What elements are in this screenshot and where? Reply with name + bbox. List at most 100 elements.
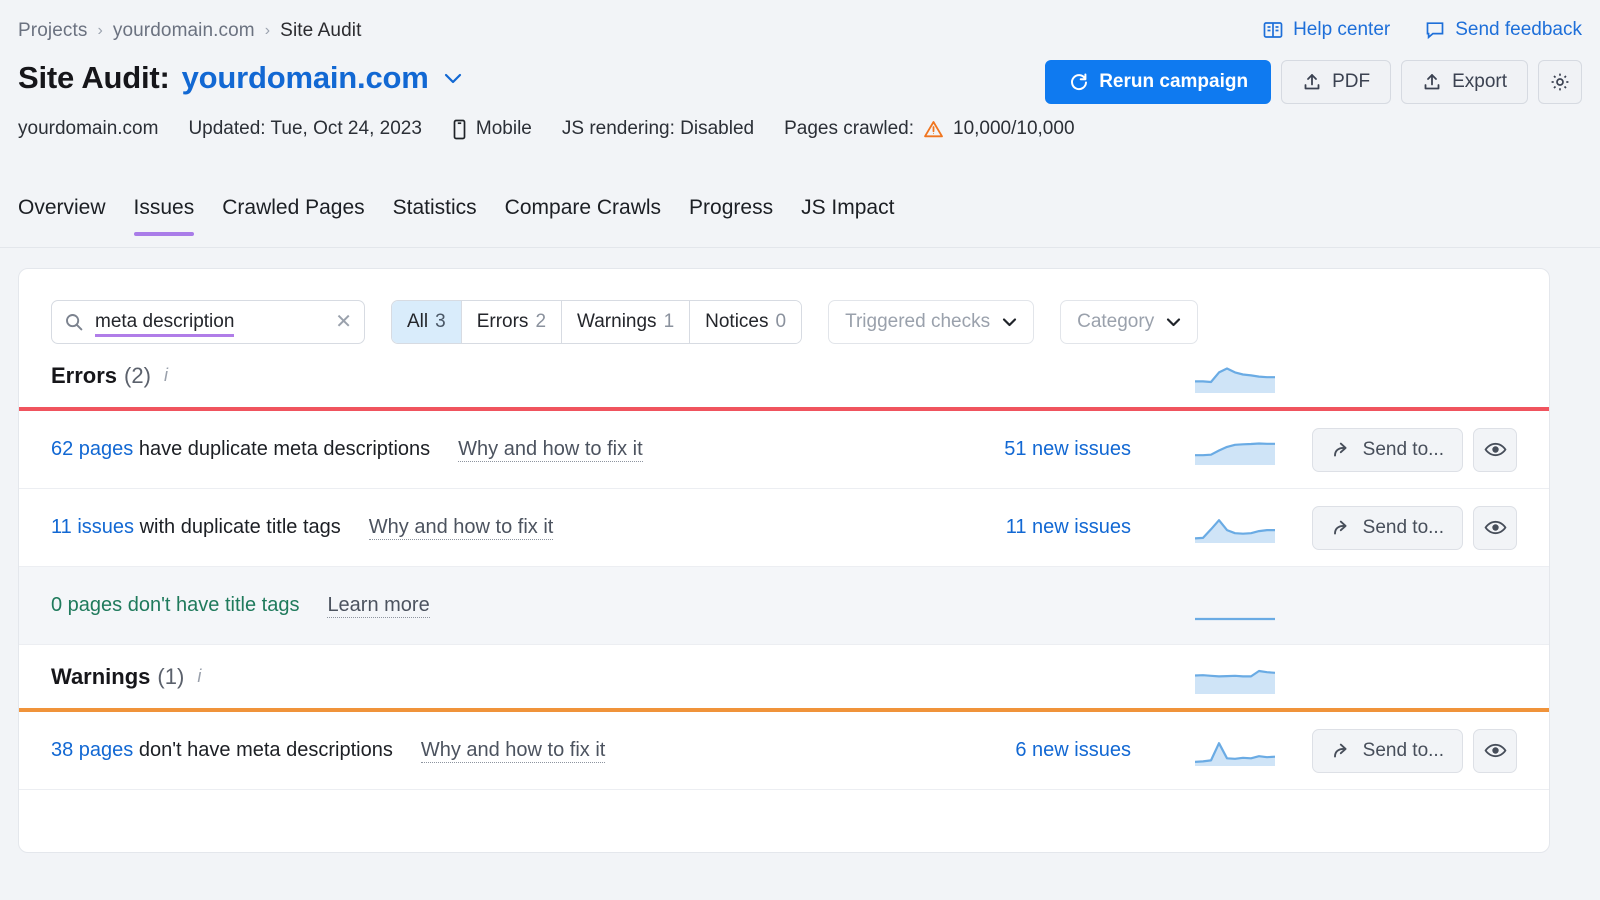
issue-count-link[interactable]: 11 issues	[51, 516, 134, 538]
issue-count-link[interactable]: 38 pages	[51, 739, 133, 761]
toggle-visibility-button[interactable]	[1473, 506, 1517, 550]
filter-pill-errors[interactable]: Errors 2	[462, 301, 562, 343]
breadcrumb-separator: ›	[265, 22, 270, 40]
mobile-icon	[452, 119, 467, 140]
issue-description: don't have title tags	[122, 594, 299, 616]
page-title: Site Audit: yourdomain.com	[18, 60, 463, 96]
eye-icon	[1484, 438, 1507, 461]
pdf-button[interactable]: PDF	[1281, 60, 1391, 104]
breadcrumb-item-projects[interactable]: Projects	[18, 20, 87, 42]
meta-device: Mobile	[452, 118, 532, 140]
issue-fix-link[interactable]: Why and how to fix it	[458, 438, 643, 462]
filter-pill-notices[interactable]: Notices0	[690, 301, 801, 343]
send-to-button[interactable]: Send to...	[1312, 506, 1463, 550]
eye-icon	[1484, 739, 1507, 762]
section-title: Warnings	[51, 664, 150, 690]
issues-list: Errors(2)i62 pages have duplicate meta d…	[19, 344, 1549, 790]
filter-pill-count: 2	[535, 311, 546, 333]
pdf-label: PDF	[1332, 71, 1370, 93]
rerun-campaign-button[interactable]: Rerun campaign	[1045, 60, 1271, 104]
triggered-checks-dropdown[interactable]: Triggered checks	[828, 300, 1034, 344]
search-highlight: meta description	[95, 311, 234, 337]
settings-button[interactable]	[1538, 60, 1582, 104]
issue-description: don't have meta descriptions	[133, 739, 393, 761]
issue-row[interactable]: 38 pages don't have meta descriptions Why…	[19, 712, 1549, 790]
tab-label: Statistics	[393, 196, 477, 219]
filter-pill-count: 1	[664, 311, 675, 333]
send-to-button[interactable]: Send to...	[1312, 729, 1463, 773]
toggle-visibility-button[interactable]	[1473, 729, 1517, 773]
search-input[interactable]: meta description ✕	[51, 300, 365, 344]
search-input-value: meta description	[95, 311, 234, 333]
info-icon[interactable]: i	[164, 365, 168, 386]
tab-statistics[interactable]: Statistics	[393, 196, 477, 236]
tab-label: Issues	[134, 196, 195, 219]
tab-bar: Overview Issues Crawled Pages Statistics Com…	[18, 196, 1600, 236]
clear-search-icon[interactable]: ✕	[335, 312, 352, 332]
meta-pages-crawled-value: 10,000/10,000	[953, 118, 1075, 140]
issue-new-count-link[interactable]: 51 new issues	[1004, 438, 1131, 461]
help-center-label: Help center	[1293, 19, 1390, 41]
tab-progress[interactable]: Progress	[689, 196, 773, 236]
send-to-button[interactable]: Send to...	[1312, 428, 1463, 472]
tab-compare-crawls[interactable]: Compare Crawls	[505, 196, 661, 236]
meta-strip: yourdomain.com Updated: Tue, Oct 24, 202…	[18, 118, 1075, 140]
send-to-label: Send to...	[1363, 740, 1444, 762]
page-title-static: Site Audit:	[18, 60, 170, 96]
filter-pill-warnings[interactable]: Warnings 1	[562, 301, 690, 343]
issue-row-actions: Send to...	[1312, 729, 1517, 773]
card-footer	[19, 790, 1549, 836]
issue-label: 0 pages don't have title tags	[51, 594, 299, 617]
search-icon	[64, 312, 84, 332]
issue-description: have duplicate meta descriptions	[133, 438, 430, 460]
issue-fix-link[interactable]: Why and how to fix it	[369, 516, 554, 540]
tab-issues[interactable]: Issues	[134, 196, 195, 236]
filter-pill-label: Warnings	[577, 311, 657, 333]
filter-pill-count: 0	[776, 311, 787, 333]
help-center-link[interactable]: Help center	[1262, 19, 1390, 41]
issue-sparkline	[1195, 736, 1275, 766]
issue-new-count-link[interactable]: 6 new issues	[1015, 739, 1131, 762]
filter-pill-all[interactable]: All3	[392, 301, 462, 343]
section-sparkline	[1195, 359, 1275, 393]
section-count: (1)	[157, 664, 184, 690]
gear-icon	[1549, 71, 1571, 93]
filter-pill-label: Errors	[477, 311, 529, 333]
issue-fix-link[interactable]: Why and how to fix it	[421, 739, 606, 763]
issue-label: 11 issues with duplicate title tags	[51, 516, 341, 539]
section-header-warnings: Warnings (1) i	[19, 645, 1549, 708]
refresh-icon	[1068, 72, 1089, 93]
issue-row[interactable]: 62 pages have duplicate meta description…	[19, 411, 1549, 489]
issue-fix-link[interactable]: Learn more	[327, 594, 429, 618]
info-icon[interactable]: i	[197, 666, 201, 687]
issue-new-count-link[interactable]: 11 new issues	[1006, 516, 1131, 539]
issue-row[interactable]: 0 pages don't have title tags Learn more	[19, 567, 1549, 645]
book-icon	[1262, 19, 1284, 41]
toggle-visibility-button[interactable]	[1473, 428, 1517, 472]
tab-overview[interactable]: Overview	[18, 196, 106, 236]
send-feedback-label: Send feedback	[1455, 19, 1582, 41]
eye-icon	[1484, 516, 1507, 539]
issue-count-link[interactable]: 62 pages	[51, 438, 133, 460]
share-arrow-icon	[1331, 740, 1352, 761]
warning-triangle-icon	[923, 119, 944, 139]
section-count: (2)	[124, 363, 151, 389]
breadcrumb-item-domain[interactable]: yourdomain.com	[113, 20, 255, 42]
site-audit-page: Projects › yourdomain.com › Site Audit H…	[0, 0, 1600, 900]
triggered-checks-label: Triggered checks	[845, 311, 990, 333]
upload-icon	[1302, 72, 1322, 92]
tab-crawled-pages[interactable]: Crawled Pages	[222, 196, 364, 236]
export-button[interactable]: Export	[1401, 60, 1528, 104]
tab-js-impact[interactable]: JS Impact	[801, 196, 894, 236]
page-title-domain[interactable]: yourdomain.com	[182, 60, 429, 96]
breadcrumb-item-site-audit[interactable]: Site Audit	[280, 20, 361, 42]
category-dropdown[interactable]: Category	[1060, 300, 1198, 344]
issue-sparkline	[1195, 591, 1275, 621]
issue-row[interactable]: 11 issues with duplicate title tags Why a…	[19, 489, 1549, 567]
issue-count-link[interactable]: 0 pages	[51, 594, 122, 616]
chevron-down-icon[interactable]	[443, 72, 463, 85]
send-feedback-link[interactable]: Send feedback	[1424, 19, 1582, 41]
share-arrow-icon	[1331, 439, 1352, 460]
issue-sparkline	[1195, 435, 1275, 465]
filter-pill-label: All	[407, 311, 428, 333]
